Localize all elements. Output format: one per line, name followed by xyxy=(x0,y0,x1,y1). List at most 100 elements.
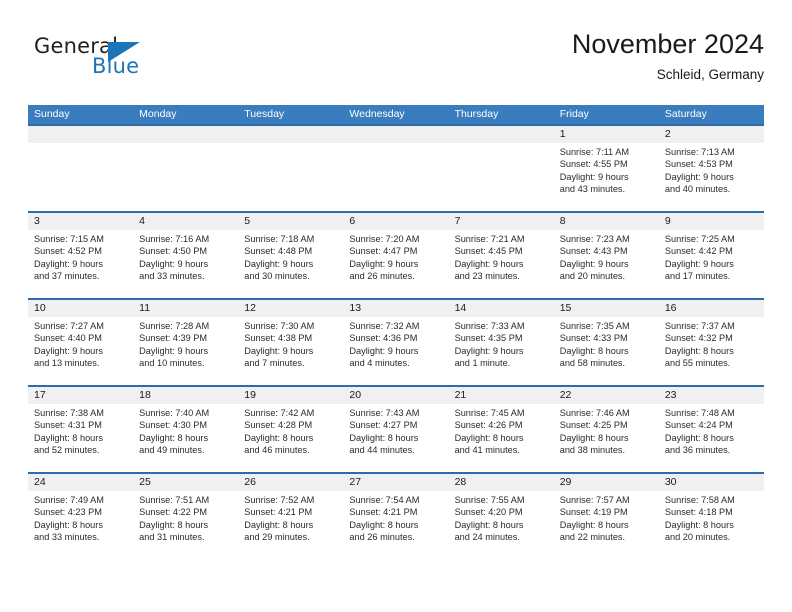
sunset-text: Sunset: 4:43 PM xyxy=(559,246,628,257)
day-number: 21 xyxy=(448,387,554,404)
daylight-text-line1: Daylight: 8 hours xyxy=(454,432,524,443)
daylight-text-line2: and 41 minutes. xyxy=(454,445,520,456)
daylight-text-line2: and 40 minutes. xyxy=(664,184,731,195)
day-cell[interactable]: 1 Sunrise: 7:11 AM Sunset: 4:55 PM Dayli… xyxy=(553,126,659,211)
daylight-text-line1: Daylight: 9 hours xyxy=(559,258,629,269)
day-cell[interactable]: 20 Sunrise: 7:43 AM Sunset: 4:27 PM Dayl… xyxy=(343,387,449,472)
day-cell[interactable]: 23 Sunrise: 7:48 AM Sunset: 4:24 PM Dayl… xyxy=(658,387,764,472)
day-cell[interactable] xyxy=(133,126,239,211)
day-cell[interactable]: 9 Sunrise: 7:25 AM Sunset: 4:42 PM Dayli… xyxy=(658,213,764,298)
day-cell[interactable]: 3 Sunrise: 7:15 AM Sunset: 4:52 PM Dayli… xyxy=(28,213,134,298)
day-cell[interactable]: 26 Sunrise: 7:52 AM Sunset: 4:21 PM Dayl… xyxy=(238,474,344,562)
day-details: Sunrise: 7:48 AM Sunset: 4:24 PM Dayligh… xyxy=(659,404,764,457)
sunset-text: Sunset: 4:32 PM xyxy=(664,333,733,344)
daylight-text-line1: Daylight: 8 hours xyxy=(349,519,419,530)
daylight-text-line2: and 13 minutes. xyxy=(34,358,100,369)
daylight-text-line1: Daylight: 9 hours xyxy=(559,171,629,182)
week-row: 24 Sunrise: 7:49 AM Sunset: 4:23 PM Dayl… xyxy=(28,472,764,562)
sunrise-text: Sunrise: 7:57 AM xyxy=(559,495,630,505)
day-cell[interactable]: 15 Sunrise: 7:35 AM Sunset: 4:33 PM Dayl… xyxy=(553,300,659,385)
day-cell[interactable]: 30 Sunrise: 7:58 AM Sunset: 4:18 PM Dayl… xyxy=(658,474,764,562)
day-details: Sunrise: 7:25 AM Sunset: 4:42 PM Dayligh… xyxy=(659,230,764,283)
day-cell[interactable]: 22 Sunrise: 7:46 AM Sunset: 4:25 PM Dayl… xyxy=(553,387,659,472)
day-cell[interactable]: 14 Sunrise: 7:33 AM Sunset: 4:35 PM Dayl… xyxy=(448,300,554,385)
day-details: Sunrise: 7:55 AM Sunset: 4:20 PM Dayligh… xyxy=(449,491,554,544)
weekday-header-row: Sunday Monday Tuesday Wednesday Thursday… xyxy=(28,105,764,124)
daylight-text-line2: and 43 minutes. xyxy=(559,184,626,195)
sunset-text: Sunset: 4:52 PM xyxy=(34,246,102,257)
day-number: 29 xyxy=(553,474,659,491)
sunrise-text: Sunrise: 7:54 AM xyxy=(349,495,420,505)
daylight-text-line1: Daylight: 9 hours xyxy=(34,258,103,269)
day-cell[interactable]: 19 Sunrise: 7:42 AM Sunset: 4:28 PM Dayl… xyxy=(238,387,344,472)
day-cell[interactable]: 25 Sunrise: 7:51 AM Sunset: 4:22 PM Dayl… xyxy=(133,474,239,562)
daylight-text-line2: and 26 minutes. xyxy=(349,532,415,543)
day-cell[interactable] xyxy=(28,126,134,211)
day-details: Sunrise: 7:15 AM Sunset: 4:52 PM Dayligh… xyxy=(28,230,133,283)
daylight-text-line1: Daylight: 8 hours xyxy=(559,519,629,530)
day-cell[interactable]: 10 Sunrise: 7:27 AM Sunset: 4:40 PM Dayl… xyxy=(28,300,134,385)
sunrise-text: Sunrise: 7:35 AM xyxy=(559,321,630,331)
day-cell[interactable]: 16 Sunrise: 7:37 AM Sunset: 4:32 PM Dayl… xyxy=(658,300,764,385)
day-cell[interactable] xyxy=(238,126,344,211)
day-details: Sunrise: 7:35 AM Sunset: 4:33 PM Dayligh… xyxy=(554,317,659,370)
page-title: November 2024 xyxy=(571,29,764,59)
sunset-text: Sunset: 4:31 PM xyxy=(34,420,102,431)
day-number: 22 xyxy=(553,387,659,404)
sunset-text: Sunset: 4:18 PM xyxy=(664,507,733,518)
sunrise-text: Sunrise: 7:37 AM xyxy=(664,321,735,331)
day-cell[interactable]: 29 Sunrise: 7:57 AM Sunset: 4:19 PM Dayl… xyxy=(553,474,659,562)
day-number: 28 xyxy=(448,474,554,491)
daylight-text-line2: and 10 minutes. xyxy=(139,358,205,369)
day-number: 15 xyxy=(553,300,659,317)
day-cell[interactable] xyxy=(343,126,449,211)
day-cell[interactable]: 12 Sunrise: 7:30 AM Sunset: 4:38 PM Dayl… xyxy=(238,300,344,385)
day-number: 10 xyxy=(28,300,134,317)
day-number: 2 xyxy=(658,126,764,143)
daylight-text-line1: Daylight: 8 hours xyxy=(244,519,314,530)
day-number xyxy=(238,126,344,143)
sunset-text: Sunset: 4:47 PM xyxy=(349,246,418,257)
daylight-text-line2: and 24 minutes. xyxy=(454,532,520,543)
sunset-text: Sunset: 4:30 PM xyxy=(139,420,208,431)
daylight-text-line1: Daylight: 9 hours xyxy=(139,258,209,269)
general-blue-logo[interactable]: General Blue xyxy=(34,34,164,82)
sunset-text: Sunset: 4:23 PM xyxy=(34,507,102,518)
sunrise-text: Sunrise: 7:18 AM xyxy=(244,234,315,244)
sunset-text: Sunset: 4:27 PM xyxy=(349,420,418,431)
day-cell[interactable]: 13 Sunrise: 7:32 AM Sunset: 4:36 PM Dayl… xyxy=(343,300,449,385)
day-details: Sunrise: 7:23 AM Sunset: 4:43 PM Dayligh… xyxy=(554,230,659,283)
day-details: Sunrise: 7:20 AM Sunset: 4:47 PM Dayligh… xyxy=(343,230,448,283)
day-cell[interactable]: 11 Sunrise: 7:28 AM Sunset: 4:39 PM Dayl… xyxy=(133,300,239,385)
sunrise-text: Sunrise: 7:51 AM xyxy=(139,495,210,505)
day-cell[interactable]: 17 Sunrise: 7:38 AM Sunset: 4:31 PM Dayl… xyxy=(28,387,134,472)
day-cell[interactable]: 8 Sunrise: 7:23 AM Sunset: 4:43 PM Dayli… xyxy=(553,213,659,298)
day-cell[interactable]: 4 Sunrise: 7:16 AM Sunset: 4:50 PM Dayli… xyxy=(133,213,239,298)
sunrise-text: Sunrise: 7:55 AM xyxy=(454,495,525,505)
day-number: 24 xyxy=(28,474,134,491)
daylight-text-line2: and 36 minutes. xyxy=(664,445,731,456)
sunset-text: Sunset: 4:20 PM xyxy=(454,507,523,518)
day-cell[interactable]: 6 Sunrise: 7:20 AM Sunset: 4:47 PM Dayli… xyxy=(343,213,449,298)
day-cell[interactable]: 28 Sunrise: 7:55 AM Sunset: 4:20 PM Dayl… xyxy=(448,474,554,562)
daylight-text-line2: and 23 minutes. xyxy=(454,271,520,282)
day-number: 14 xyxy=(448,300,554,317)
day-cell[interactable]: 7 Sunrise: 7:21 AM Sunset: 4:45 PM Dayli… xyxy=(448,213,554,298)
day-cell[interactable]: 27 Sunrise: 7:54 AM Sunset: 4:21 PM Dayl… xyxy=(343,474,449,562)
day-cell[interactable]: 5 Sunrise: 7:18 AM Sunset: 4:48 PM Dayli… xyxy=(238,213,344,298)
daylight-text-line1: Daylight: 8 hours xyxy=(664,432,734,443)
sunrise-text: Sunrise: 7:23 AM xyxy=(559,234,630,244)
sunset-text: Sunset: 4:53 PM xyxy=(664,159,733,170)
day-cell[interactable]: 24 Sunrise: 7:49 AM Sunset: 4:23 PM Dayl… xyxy=(28,474,134,562)
day-cell[interactable]: 18 Sunrise: 7:40 AM Sunset: 4:30 PM Dayl… xyxy=(133,387,239,472)
day-cell[interactable] xyxy=(448,126,554,211)
day-cell[interactable]: 2 Sunrise: 7:13 AM Sunset: 4:53 PM Dayli… xyxy=(658,126,764,211)
day-details: Sunrise: 7:11 AM Sunset: 4:55 PM Dayligh… xyxy=(554,143,659,196)
day-details: Sunrise: 7:33 AM Sunset: 4:35 PM Dayligh… xyxy=(449,317,554,370)
day-cell[interactable]: 21 Sunrise: 7:45 AM Sunset: 4:26 PM Dayl… xyxy=(448,387,554,472)
daylight-text-line2: and 7 minutes. xyxy=(244,358,305,369)
sunrise-text: Sunrise: 7:48 AM xyxy=(664,408,735,418)
weekday-header-wednesday: Wednesday xyxy=(349,108,405,120)
daylight-text-line2: and 49 minutes. xyxy=(139,445,205,456)
daylight-text-line1: Daylight: 9 hours xyxy=(244,345,314,356)
